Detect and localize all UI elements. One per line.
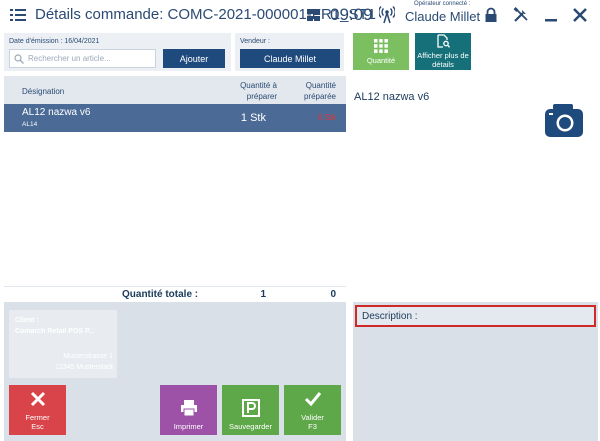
row-qty-to-prepare: 1 Stk [240, 112, 266, 124]
search-input[interactable] [28, 52, 154, 65]
clock: 09:09 [330, 5, 373, 24]
vendor-button[interactable]: Claude Millet [240, 49, 340, 68]
checkmark-icon [304, 392, 321, 407]
printer-icon [180, 400, 197, 417]
title-bar: Détails commande: COMC-2021-000001-FR1_S… [0, 0, 600, 30]
validate-shortcut: F3 [308, 422, 317, 431]
antenna-signal-icon [379, 6, 395, 24]
description-label: Description : [362, 311, 418, 322]
total-prepared: 0 [330, 289, 336, 300]
article-search-area: Date d'émission : 16/04/2021 Ajouter [4, 33, 231, 71]
vendor-area: Vendeur : Claude Millet [235, 33, 344, 71]
total-label: Quantité totale : [122, 289, 199, 300]
minimize-icon[interactable] [543, 7, 559, 23]
row-product-name: AL12 nazwa v6 [22, 107, 91, 118]
product-title: AL12 nazwa v6 [354, 91, 430, 103]
total-bar: Quantité totale : 1 0 [4, 286, 346, 301]
bottom-actions-area: Client : Comarch Retail POS P... Musters… [4, 302, 346, 441]
client-city: 12345 Musterstadt [55, 364, 113, 371]
client-name: Comarch Retail POS P... [15, 328, 95, 335]
row-qty-prepared: 0 Stk [317, 113, 336, 122]
print-label: Imprimer [173, 422, 204, 431]
client-street: Musterstrasse 1 [63, 353, 113, 360]
close-order-shortcut: Esc [31, 422, 44, 431]
tools-icon[interactable] [513, 7, 529, 23]
validate-label: Valider [301, 413, 324, 422]
print-button[interactable]: Imprimer [160, 385, 217, 435]
validate-button[interactable]: Valider F3 [284, 385, 341, 435]
operator-label: Opérateur connecté : [414, 1, 471, 7]
column-qty-prepared[interactable]: Quantité préparée [284, 80, 336, 102]
keypad-icon [374, 38, 388, 53]
close-order-label: Fermer [25, 413, 50, 422]
more-details-label: Afficher plus de détails [417, 51, 469, 69]
lock-icon[interactable] [483, 7, 499, 23]
close-icon[interactable] [572, 7, 588, 23]
more-details-button[interactable]: Afficher plus de détails [415, 33, 471, 70]
operator-name[interactable]: Claude Millet [405, 9, 480, 24]
issue-date: Date d'émission : 16/04/2021 [9, 38, 100, 45]
hamburger-menu-icon[interactable] [10, 8, 26, 22]
client-card[interactable]: Client : Comarch Retail POS P... Musters… [9, 310, 117, 378]
column-designation[interactable]: Désignation [22, 87, 64, 96]
search-box[interactable] [9, 49, 156, 68]
description-header[interactable]: Description : [355, 305, 596, 327]
column-qty-to-prepare[interactable]: Quantité à préparer [217, 80, 277, 102]
quantity-button[interactable]: Quantité [353, 33, 409, 70]
row-product-code: AL14 [22, 121, 38, 128]
client-label: Client : [15, 317, 39, 324]
windows-grid-icon[interactable] [307, 9, 320, 21]
save-button[interactable]: Sauvegarder [222, 385, 279, 435]
table-header: Désignation Quantité à préparer Quantité… [4, 76, 346, 104]
table-row[interactable]: AL12 nazwa v6 AL14 1 Stk 0 Stk [4, 104, 346, 132]
save-label: Sauvegarder [229, 422, 272, 431]
close-order-button[interactable]: Fermer Esc [9, 385, 66, 435]
order-panel: Date d'émission : 16/04/2021 Ajouter Ven… [0, 30, 347, 441]
add-button[interactable]: Ajouter [163, 49, 225, 68]
quantity-label: Quantité [366, 55, 396, 65]
order-lines-table: Désignation Quantité à préparer Quantité… [4, 76, 346, 302]
camera-icon[interactable] [544, 103, 584, 138]
search-icon [14, 54, 24, 64]
close-icon [30, 391, 45, 407]
description-panel: Description : [353, 302, 598, 441]
total-to-prepare: 1 [260, 289, 266, 300]
park-icon [241, 399, 260, 417]
vendor-label: Vendeur : [240, 38, 270, 45]
document-search-icon [437, 34, 450, 48]
details-panel: Quantité Afficher plus de détails AL12 n… [347, 30, 600, 441]
window-title: Détails commande: COMC-2021-000001-FR1_S… [35, 6, 376, 23]
